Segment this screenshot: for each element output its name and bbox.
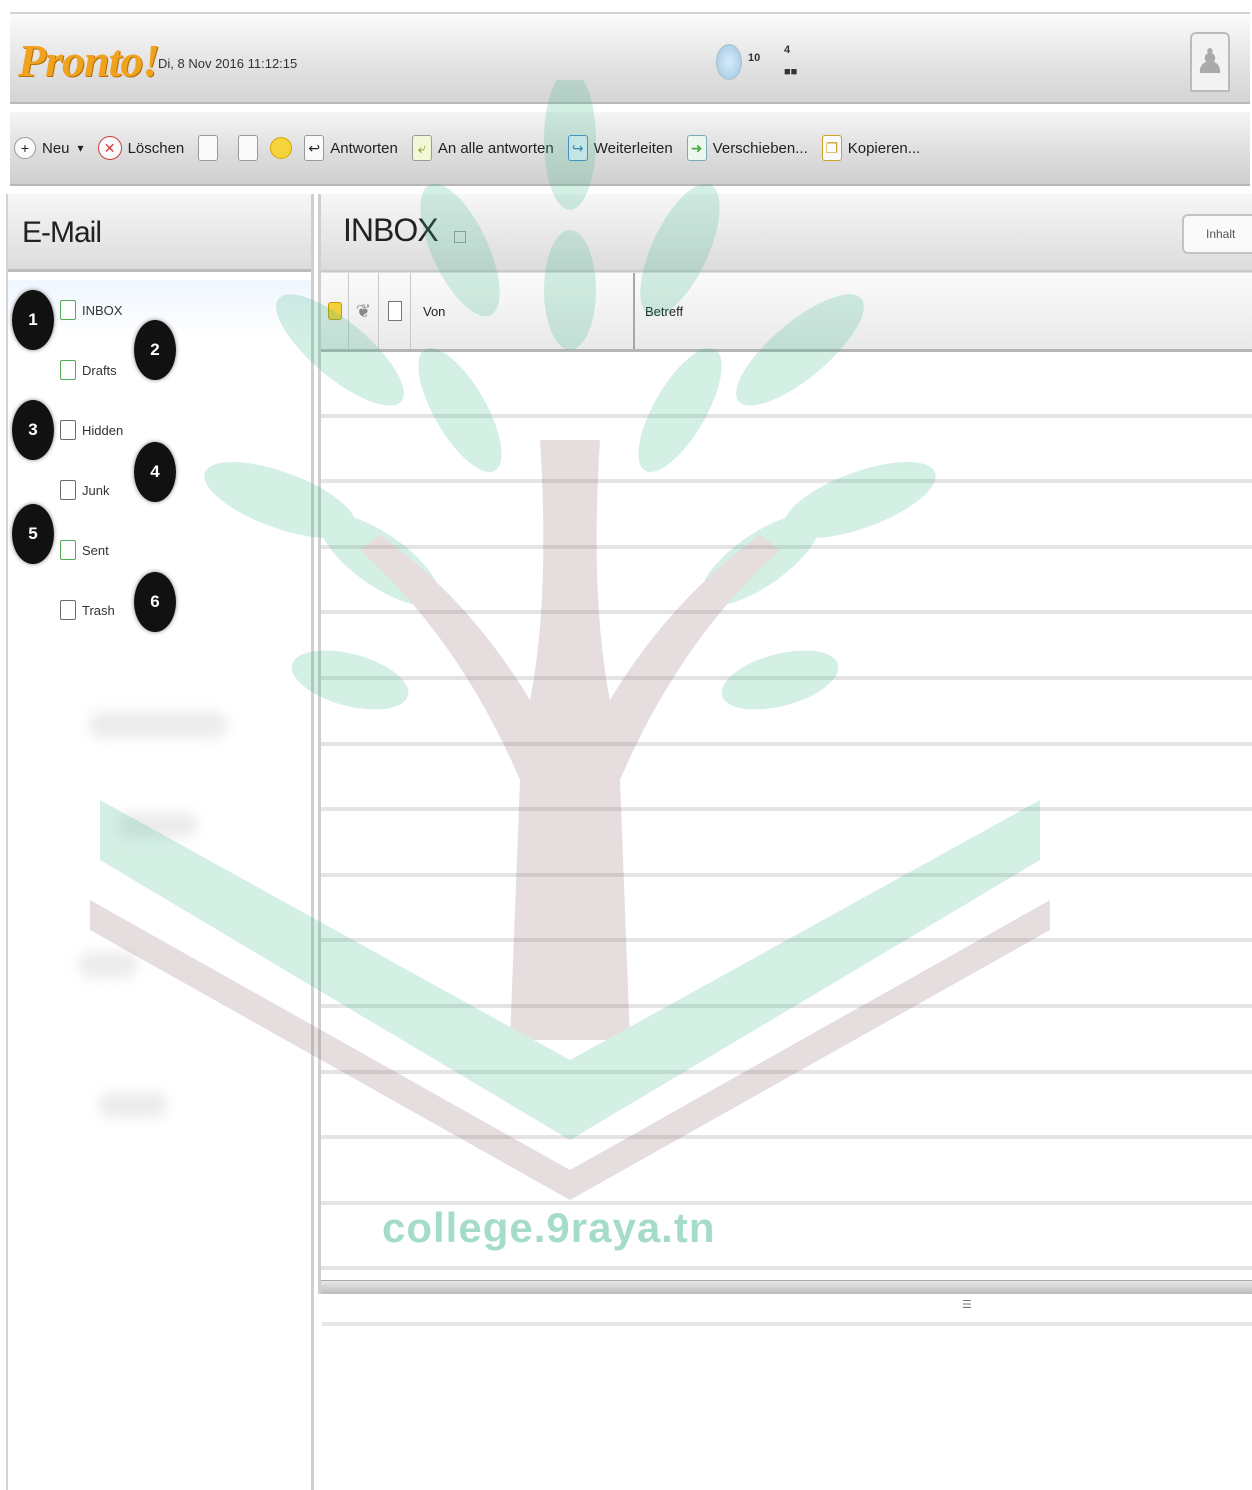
- table-row[interactable]: [321, 549, 1252, 615]
- copy-button-label: Kopieren...: [847, 139, 921, 157]
- folder-label: Trash: [82, 602, 115, 618]
- reply-all-button[interactable]: ⤶ An alle antworten: [411, 135, 554, 161]
- table-row[interactable]: [321, 877, 1252, 943]
- divider: [322, 1322, 1252, 1326]
- table-row[interactable]: [321, 1139, 1252, 1205]
- search-input[interactable]: Inhalt: [1182, 214, 1252, 254]
- reply-all-button-label: An alle antworten: [437, 139, 554, 157]
- delete-button-label: Löschen: [127, 139, 185, 157]
- junk-icon: [60, 480, 76, 500]
- folder-panel: E-Mail INBOX Drafts Hidden Junk Sent Tra…: [6, 194, 314, 1490]
- annotation-marker-3: 3: [12, 400, 54, 460]
- reply-all-icon: ⤶: [411, 135, 432, 161]
- table-row[interactable]: [321, 614, 1252, 680]
- reply-icon: ↩: [304, 135, 325, 161]
- forward-button-label: Weiterleiten: [593, 139, 673, 157]
- message-list-panel: INBOX Inhalt ❦ Von Betreff: [318, 194, 1252, 1294]
- page-title: INBOX: [343, 212, 439, 248]
- annotation-marker-2: 2: [134, 320, 176, 380]
- inbox-icon: [60, 300, 76, 320]
- mark-read-button[interactable]: [198, 135, 224, 161]
- table-row[interactable]: [321, 352, 1252, 418]
- blurred-area: [118, 812, 198, 838]
- widget-indicator: ■■: [784, 66, 798, 78]
- mail-toolbar: + Neu ▾ ✕ Löschen ↩ Antworten ⤶ An alle …: [10, 112, 1250, 186]
- annotation-marker-1: 1: [12, 290, 54, 350]
- reply-button[interactable]: ↩ Antworten: [304, 135, 398, 161]
- annotation-marker-4: 4: [134, 442, 176, 502]
- top-bar: Pronto! Di, 8 Nov 2016 11:12:15 10 4 ■■ …: [10, 12, 1250, 104]
- sent-icon: [60, 540, 76, 560]
- table-row[interactable]: [321, 1008, 1252, 1074]
- column-attachment[interactable]: ❦: [349, 273, 379, 349]
- folder-label: INBOX: [82, 302, 123, 318]
- folder-info-icon[interactable]: [454, 230, 467, 243]
- table-row[interactable]: [321, 942, 1252, 1008]
- notification-widget[interactable]: 10 4 ■■: [710, 36, 830, 92]
- folder-list: INBOX Drafts Hidden Junk Sent Trash 1 2 …: [8, 272, 311, 1118]
- message-list-header: INBOX Inhalt: [321, 194, 1252, 272]
- folder-icon: [60, 420, 76, 440]
- message-list: [321, 352, 1252, 1271]
- new-button[interactable]: + Neu ▾: [14, 137, 84, 159]
- user-icon[interactable]: ♟: [1190, 32, 1230, 92]
- reply-button-label: Antworten: [330, 139, 398, 157]
- table-row[interactable]: [321, 680, 1252, 746]
- annotation-marker-6: 6: [134, 572, 176, 632]
- column-from[interactable]: Von: [411, 273, 635, 349]
- table-row[interactable]: [321, 811, 1252, 877]
- envelope-open-icon: [238, 135, 259, 161]
- paperclip-icon: ❦: [355, 300, 372, 321]
- flag-button[interactable]: [270, 137, 298, 159]
- app-logo: Pronto!: [18, 35, 160, 86]
- blurred-area: [78, 952, 138, 978]
- copy-button[interactable]: ❐ Kopieren...: [821, 135, 921, 161]
- flag-icon: [270, 137, 293, 159]
- column-subject[interactable]: Betreff: [635, 273, 1252, 349]
- delete-button[interactable]: ✕ Löschen: [97, 136, 185, 160]
- forward-icon: ↪: [567, 135, 588, 161]
- column-read-status[interactable]: [379, 273, 411, 349]
- horizontal-scrollbar[interactable]: [321, 1280, 1252, 1294]
- trash-icon: [60, 600, 76, 620]
- copy-icon: ❐: [821, 135, 842, 161]
- mark-unread-button[interactable]: [238, 135, 264, 161]
- folder-label: Sent: [82, 542, 109, 558]
- table-row[interactable]: [321, 418, 1252, 484]
- table-row[interactable]: [321, 1205, 1252, 1271]
- move-button-label: Verschieben...: [712, 139, 808, 157]
- table-row[interactable]: [321, 1074, 1252, 1140]
- envelope-icon: [387, 301, 402, 321]
- blurred-area: [98, 1092, 168, 1118]
- envelope-icon: [198, 135, 219, 161]
- folder-panel-title: E-Mail: [8, 194, 311, 272]
- datetime-display: Di, 8 Nov 2016 11:12:15: [158, 56, 298, 71]
- folder-label: Drafts: [82, 362, 117, 378]
- drafts-icon: [60, 360, 76, 380]
- column-header-row: ❦ Von Betreff: [321, 272, 1252, 352]
- pager-handle-icon[interactable]: ☰: [962, 1298, 972, 1311]
- new-button-label: Neu: [42, 139, 70, 157]
- folder-label: Junk: [82, 482, 110, 498]
- widget-count: 10: [748, 52, 761, 64]
- new-icon: +: [14, 137, 36, 159]
- move-icon: ➜: [686, 135, 707, 161]
- folder-label: Hidden: [82, 422, 124, 438]
- delete-icon: ✕: [97, 136, 122, 160]
- blurred-area: [88, 712, 228, 738]
- widget-count-2: 4: [784, 44, 791, 56]
- annotation-marker-5: 5: [12, 504, 54, 564]
- forward-button[interactable]: ↪ Weiterleiten: [567, 135, 673, 161]
- globe-icon: [716, 44, 742, 80]
- chevron-down-icon[interactable]: ▾: [78, 141, 84, 155]
- table-row[interactable]: [321, 746, 1252, 812]
- column-flag[interactable]: [321, 273, 349, 349]
- flag-icon: [327, 302, 342, 320]
- move-button[interactable]: ➜ Verschieben...: [686, 135, 808, 161]
- table-row[interactable]: [321, 483, 1252, 549]
